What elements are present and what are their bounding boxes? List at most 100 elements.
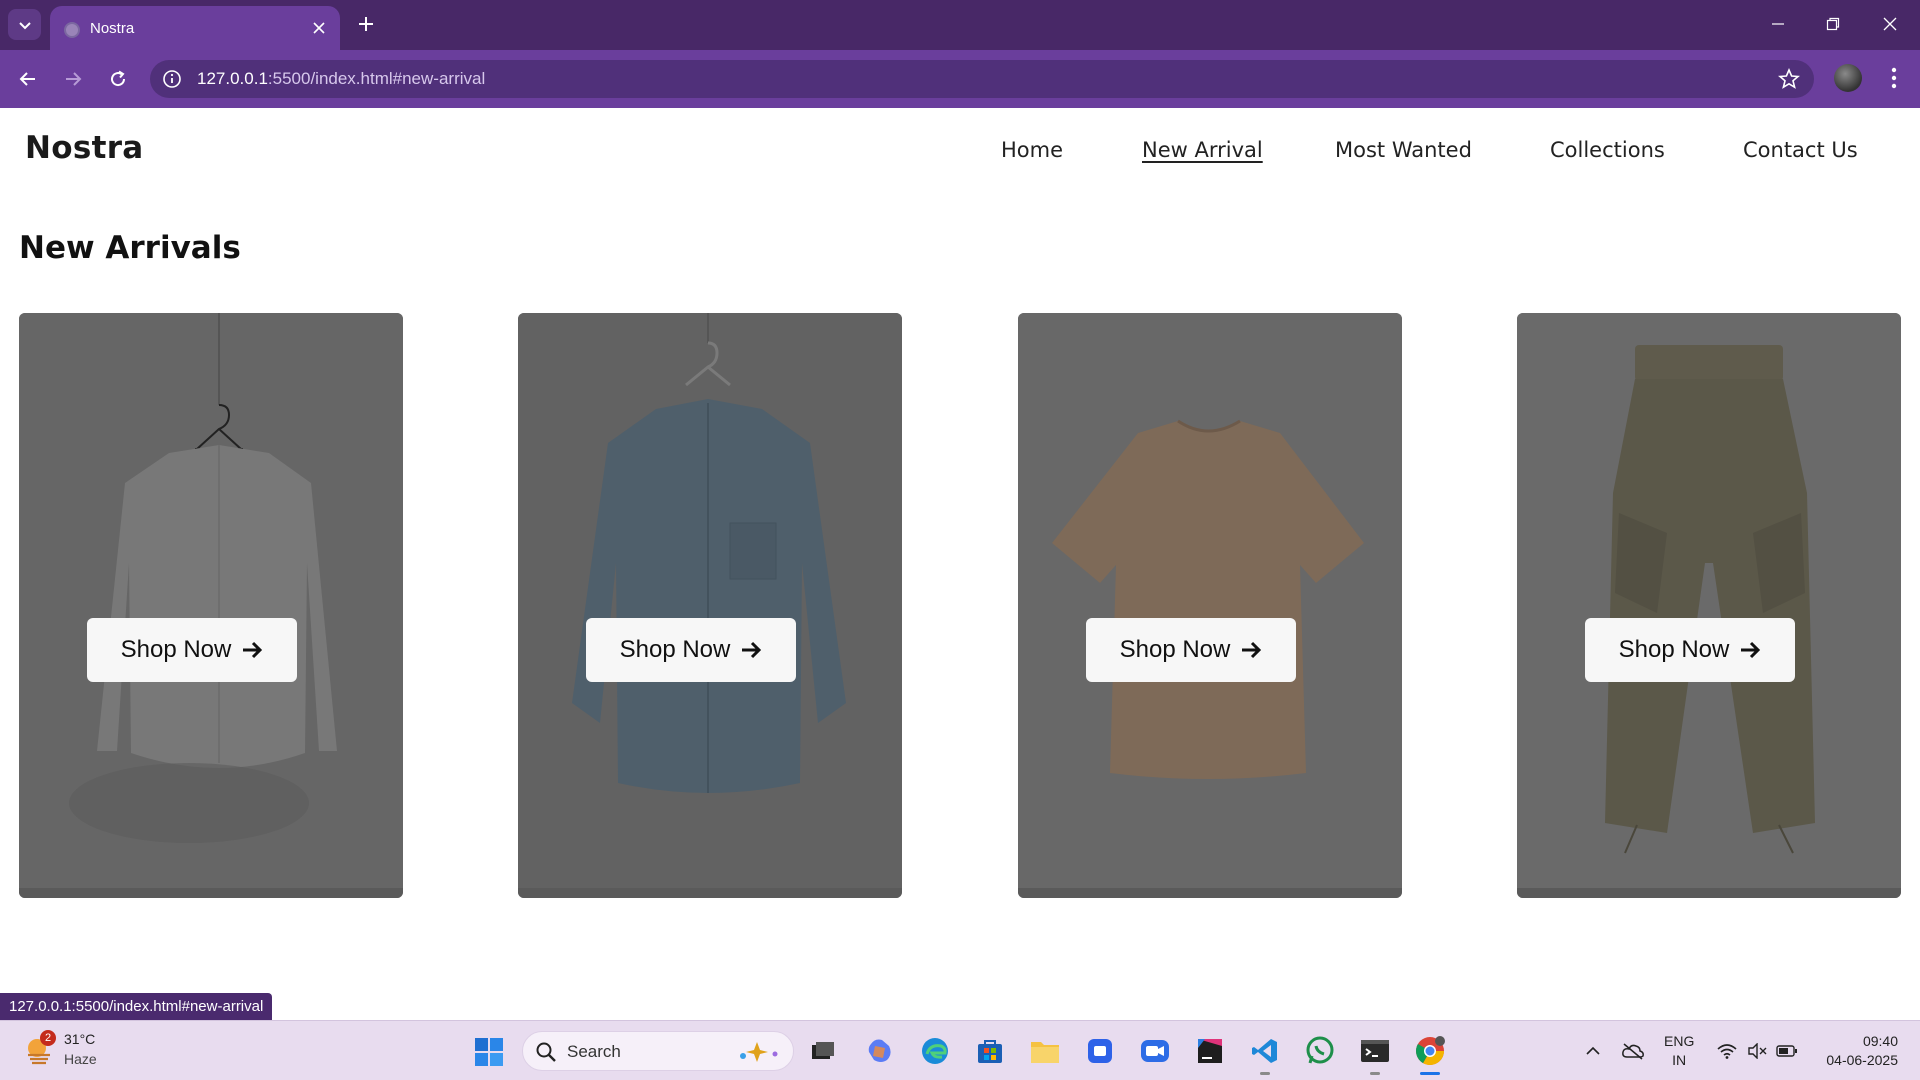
arrow-right-icon [1242,641,1262,659]
tab-search-button[interactable] [8,9,41,40]
show-hidden-icons-button[interactable] [1581,1039,1605,1063]
taskbar-vscode[interactable] [1247,1033,1283,1075]
nav-home[interactable]: Home [1001,138,1063,162]
tan-tshirt-image [1018,313,1402,888]
browser-tab[interactable]: Nostra [50,6,340,50]
shop-now-button[interactable]: Shop Now [1086,618,1296,682]
taskbar-copilot[interactable] [862,1033,898,1069]
wifi-icon [1717,1044,1737,1059]
product-card[interactable]: Shop Now [1018,313,1402,898]
taskbar-app-blue[interactable] [1082,1033,1118,1069]
arrow-right-icon [66,72,82,86]
shop-now-button[interactable]: Shop Now [87,618,297,682]
reload-icon [111,70,126,87]
chevron-up-icon [1586,1046,1600,1055]
chat-app-icon [1088,1039,1112,1063]
taskbar-chrome[interactable] [1412,1033,1448,1075]
battery-icon [1776,1045,1797,1057]
taskbar-search-placeholder: Search [567,1042,621,1061]
chevron-down-icon [18,21,31,29]
taskbar-edge[interactable] [917,1033,953,1069]
taskbar-file-explorer[interactable] [1027,1033,1063,1069]
address-bar[interactable]: 127.0.0.1:5500/index.html#new-arrival [150,60,1814,98]
chrome-icon [1416,1036,1445,1065]
status-bar-url: 127.0.0.1:5500/index.html#new-arrival [0,993,273,1020]
arrow-right-icon [243,641,263,659]
close-icon [1883,17,1897,31]
copilot-sparkle-icon [740,1042,778,1062]
restore-icon [1826,17,1840,31]
input-language[interactable]: ENG IN [1664,1032,1694,1070]
nav-new-arrival[interactable]: New Arrival [1142,138,1263,162]
system-clock[interactable]: 09:40 04-06-2025 [1818,1032,1898,1070]
product-card[interactable]: Shop Now [518,313,902,898]
active-app-indicator [1420,1072,1440,1075]
store-icon [978,1040,1002,1063]
nav-collections[interactable]: Collections [1550,138,1665,162]
close-icon [313,22,325,34]
browser-toolbar: 127.0.0.1:5500/index.html#new-arrival [0,50,1920,108]
site-info-icon[interactable] [162,69,182,89]
weather-temperature: 31°C [64,1031,96,1047]
volume-status[interactable] [1745,1039,1769,1063]
arrow-left-icon [19,72,35,86]
terminal-icon [1361,1040,1389,1062]
back-button[interactable] [13,64,43,94]
taskbar-whatsapp[interactable] [1302,1033,1338,1069]
page-content: Nostra Home New Arrival Most Wanted Coll… [0,108,1920,1020]
shop-now-label: Shop Now [619,636,731,663]
shop-now-label: Shop Now [1618,636,1730,663]
running-indicator [1260,1072,1270,1075]
address-url: 127.0.0.1:5500/index.html#new-arrival [197,69,486,88]
windows-start-icon[interactable] [474,1037,504,1067]
taskbar-search-box[interactable]: Search [522,1031,794,1071]
product-card[interactable]: Shop Now [19,313,403,898]
weather-condition: Haze [64,1051,97,1067]
battery-status[interactable] [1775,1039,1799,1063]
profile-avatar[interactable] [1834,64,1862,92]
shop-now-label: Shop Now [120,636,232,663]
card-footer-strip [19,888,403,898]
weather-notification-badge: 2 [40,1030,56,1046]
restore-button[interactable] [1818,12,1848,36]
shop-now-button[interactable]: Shop Now [1585,618,1795,682]
browser-tabbar: Nostra [0,0,1920,50]
running-indicator [1370,1072,1380,1075]
cloud-offline-icon [1622,1043,1644,1060]
arrow-right-icon [1741,641,1761,659]
edge-icon [922,1038,948,1064]
forward-button[interactable] [58,64,88,94]
taskbar-zoom[interactable] [1137,1033,1173,1069]
arrow-right-icon [742,641,762,659]
vscode-icon [1252,1039,1277,1063]
nav-most-wanted[interactable]: Most Wanted [1335,138,1472,162]
copilot-icon [868,1039,891,1062]
taskbar-task-view[interactable] [805,1033,841,1069]
new-tab-button[interactable] [354,12,378,36]
white-shirt-image [19,313,403,888]
shop-now-button[interactable]: Shop Now [586,618,796,682]
whatsapp-icon [1306,1036,1334,1064]
volume-muted-icon [1748,1043,1767,1059]
wifi-status[interactable] [1715,1039,1739,1063]
tab-close-button[interactable] [310,19,328,37]
browser-menu-button[interactable] [1882,64,1906,92]
card-footer-strip [1018,888,1402,898]
taskbar-jetbrains[interactable] [1192,1033,1228,1069]
taskbar-store[interactable] [972,1033,1008,1069]
reload-button[interactable] [103,64,133,94]
shop-now-label: Shop Now [1119,636,1231,663]
minimize-button[interactable] [1763,12,1793,36]
section-title: New Arrivals [19,230,241,266]
taskbar-terminal[interactable] [1357,1033,1393,1075]
product-card[interactable]: Shop Now [1517,313,1901,898]
onedrive-status[interactable] [1621,1039,1645,1063]
nav-contact-us[interactable]: Contact Us [1743,138,1858,162]
denim-shirt-image [518,313,902,888]
close-window-button[interactable] [1875,12,1905,36]
taskbar: 2 31°C Haze Search ENG IN 09:40 04-06-20… [0,1020,1920,1080]
plus-icon [359,17,373,31]
site-logo[interactable]: Nostra [25,130,144,166]
minimize-icon [1772,23,1784,25]
bookmark-star-icon[interactable] [1778,68,1800,90]
